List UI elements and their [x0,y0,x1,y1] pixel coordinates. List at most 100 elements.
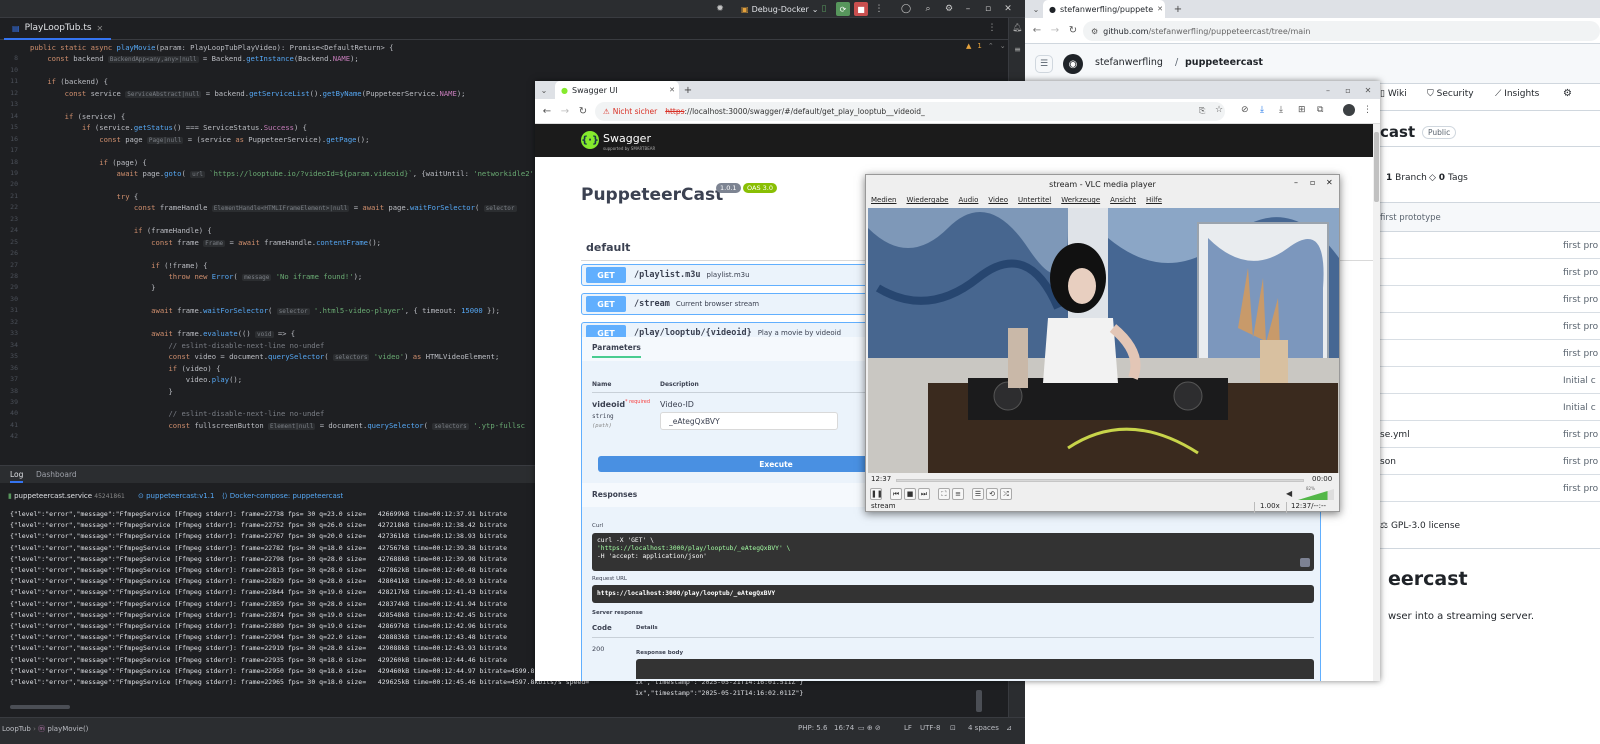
file-commit-message[interactable]: first pro [1563,430,1598,440]
tab-swagger[interactable]: ● Swagger UI ✕ [555,81,679,99]
file-commit-message[interactable]: first pro [1563,484,1598,494]
debug-bug-icon[interactable]: ✹ [714,3,726,15]
tab-dashboard[interactable]: Dashboard [36,470,77,479]
file-row[interactable]: Initial c [1363,394,1600,421]
settings-gear-icon[interactable]: ⚙ [1563,88,1572,99]
chevron-up-icon[interactable]: ⌃ [988,42,994,50]
tab-list-chevron-icon[interactable]: ⌄ [539,84,549,96]
indent-setting[interactable]: 4 spaces [968,724,999,732]
browser-menu-icon[interactable]: ⋮ [1363,105,1372,115]
owner-link[interactable]: stefanwerfling [1095,57,1163,68]
read-only-icon[interactable]: ⊿ [1006,724,1012,732]
back-icon[interactable]: ← [1031,24,1043,36]
file-row[interactable]: first pro [1363,286,1600,313]
menu-item[interactable]: Werkzeuge [1056,196,1105,204]
close-tab-icon[interactable]: ✕ [97,24,104,33]
more-menu-icon[interactable]: ⋮ [874,3,884,15]
file-row[interactable]: first pro [1363,232,1600,259]
php-version[interactable]: PHP: 5.6 [798,724,827,732]
repo-link[interactable]: puppeteercast [1185,57,1263,68]
forward-icon[interactable]: → [559,105,571,117]
close-icon[interactable]: ✕ [1326,178,1333,187]
download-2-icon[interactable]: ⤓ [1279,105,1283,115]
nav-insights[interactable]: ⟋ Insights [1495,89,1539,99]
maximize-icon[interactable]: ▫ [982,3,994,15]
shuffle-icon[interactable]: ⤮ [1000,488,1012,500]
download-icon[interactable]: ⤓ [1260,105,1264,115]
menu-item[interactable]: Medien [866,196,901,204]
loop-icon[interactable]: ⟲ [986,488,998,500]
file-row[interactable]: first pro [1363,259,1600,286]
file-commit-message[interactable]: Initial c [1563,376,1596,386]
file-commit-message[interactable]: first pro [1563,322,1598,332]
file-encoding[interactable]: UTF-8 [920,724,940,732]
response-body-box[interactable] [636,659,1314,679]
service-item[interactable]: ▮ puppeteercast.service 45241861 [8,492,125,500]
license-link[interactable]: ⚖ GPL-3.0 license [1380,521,1460,531]
code-line[interactable]: 42 [0,429,535,444]
line-ending[interactable]: LF [904,724,912,732]
menu-item[interactable]: Hilfe [1141,196,1167,204]
file-row[interactable]: first pro [1363,475,1600,502]
playlist-icon[interactable]: ☰ [972,488,984,500]
url-bar[interactable]: ⚠ Nicht sicher https://localhost:3000/sw… [595,102,1225,121]
run-icon[interactable]: ▯ [818,3,830,15]
tab-list-chevron-icon[interactable]: ⌄ [1031,3,1041,15]
menu-item[interactable]: Ansicht [1105,196,1141,204]
nav-security[interactable]: ⛉ Security [1427,89,1474,99]
tab-parameters[interactable]: Parameters [592,343,641,358]
notifications-icon[interactable]: 🔔︎ [1012,22,1023,33]
file-row[interactable]: se.yml first pro [1363,421,1600,448]
file-commit-message[interactable]: first pro [1563,349,1598,359]
image-tag[interactable]: ⊙ puppeteercast:v1.1 [138,492,214,500]
site-info-icon[interactable]: ⚙ [1091,27,1098,36]
videoid-input[interactable] [660,412,838,430]
tab-github[interactable]: ● stefanwerfling/puppete ✕ [1043,0,1165,18]
url-bar[interactable]: ⚙ github.com/stefanwerfling/puppeteercas… [1083,21,1600,41]
file-name[interactable]: se.yml [1380,430,1410,440]
stop-icon[interactable]: ■ [904,488,916,500]
file-name[interactable]: son [1380,457,1396,467]
curl-box[interactable]: curl -X 'GET' \ 'https://localhost:3000/… [592,533,1314,571]
hamburger-menu-icon[interactable]: ☰ [1035,55,1053,73]
close-tab-icon[interactable]: ✕ [1157,5,1163,13]
nav-wiki[interactable]: ▯ Wiki [1380,89,1407,99]
insecure-label[interactable]: Nicht sicher [613,107,657,116]
forward-icon[interactable]: → [1049,24,1061,36]
file-row[interactable]: first pro [1363,313,1600,340]
page-scrollbar[interactable] [1373,124,1380,681]
maximize-icon[interactable]: ▫ [1343,84,1353,96]
swagger-logo-icon[interactable]: {·} [581,131,599,149]
latest-commit-message[interactable]: first prototype [1380,213,1441,223]
file-commit-message[interactable]: first pro [1563,241,1598,251]
status-icons[interactable]: ▭ ⊕ ⊘ [858,724,881,732]
file-row[interactable]: Initial c [1363,367,1600,394]
run-config-selector[interactable]: ▣ Debug-Docker ⌄ [737,2,822,16]
close-tab-icon[interactable]: ✕ [669,86,675,94]
branches-link[interactable]: 1 Branch [1386,173,1427,183]
previous-icon[interactable]: ⏮ [890,488,902,500]
log-vscrollbar[interactable] [976,690,982,712]
menu-item[interactable]: Untertitel [1013,196,1056,204]
compose-link[interactable]: ⟨⟩ Docker-compose: puppeteercast [222,492,343,500]
file-row[interactable]: son first pro [1363,448,1600,475]
log-hscrollbar[interactable] [10,705,70,709]
bookmark-star-icon[interactable]: ☆ [1215,105,1223,115]
file-commit-message[interactable]: Initial c [1563,403,1596,413]
close-icon[interactable]: ✕ [1363,84,1373,96]
reload-icon[interactable]: ↻ [577,105,589,117]
github-logo-icon[interactable]: ◉ [1063,54,1083,74]
user-icon[interactable]: ◯ [900,3,912,15]
time-display[interactable]: 12:37/--:-- [1291,502,1326,510]
extended-settings-icon[interactable]: ≡ [952,488,964,500]
translate-icon[interactable]: ⎘ [1199,106,1205,116]
fullscreen-icon[interactable]: ⛶ [938,488,950,500]
settings-gear-icon[interactable]: ⚙ [943,3,955,15]
maximize-icon[interactable]: ▫ [1310,178,1315,187]
minimize-icon[interactable]: – [962,3,974,15]
extensions-icon[interactable]: ⊞ [1298,105,1306,115]
tab-log[interactable]: Log [10,470,24,483]
reload-icon[interactable]: ↻ [1067,24,1079,36]
file-row[interactable]: first pro [1363,340,1600,367]
new-tab-icon[interactable]: + [683,84,693,96]
